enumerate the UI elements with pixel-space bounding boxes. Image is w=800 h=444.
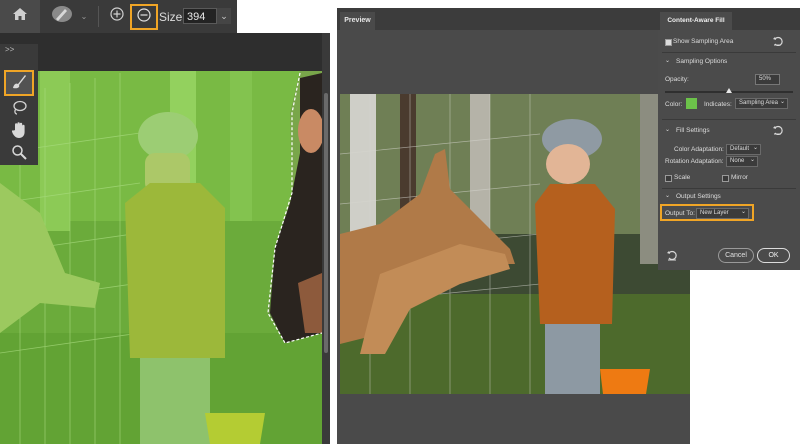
reset-icon[interactable]: [772, 125, 783, 137]
indicates-label: Indicates:: [704, 101, 732, 108]
mirror-checkbox[interactable]: [722, 175, 729, 182]
tab-content-aware-fill[interactable]: Content-Aware Fill: [660, 12, 732, 30]
zoom-icon: [11, 144, 27, 165]
divider: [98, 6, 99, 27]
show-sampling-area-checkbox[interactable]: [665, 39, 672, 46]
cancel-button[interactable]: Cancel: [718, 248, 754, 263]
fill-settings-header: Fill Settings: [676, 127, 710, 134]
output-to-value: New Layer: [700, 210, 729, 216]
lasso-tool[interactable]: [5, 98, 33, 122]
add-to-sampling-button[interactable]: [107, 6, 127, 27]
zoom-tool[interactable]: [5, 142, 33, 166]
reset-all-icon[interactable]: [666, 250, 678, 263]
content-aware-fill-panel: Content-Aware Fill Show Sampling Area ⌄ …: [658, 8, 800, 270]
color-adaptation-dropdown[interactable]: Default ⌄: [726, 144, 761, 155]
rotation-adaptation-dropdown[interactable]: None ⌄: [726, 156, 758, 167]
sampling-brush-tool[interactable]: [4, 70, 34, 96]
chevron-down-icon[interactable]: ⌄: [665, 192, 670, 199]
chevron-down-icon: ⌄: [779, 99, 785, 105]
chevron-down-icon[interactable]: ⌄: [665, 126, 670, 133]
chevron-down-icon: ⌄: [80, 11, 88, 21]
hand-tool[interactable]: [5, 120, 33, 144]
opacity-slider-track[interactable]: [665, 88, 793, 93]
canvas-image: [0, 33, 330, 444]
home-button[interactable]: [0, 0, 40, 33]
tools-panel: >>: [0, 44, 38, 165]
options-bar: ⌄ Size: 394 ⌄: [0, 0, 237, 33]
divider: [662, 119, 796, 120]
chevron-down-icon: ⌄: [740, 209, 746, 215]
rotation-adaptation-label: Rotation Adaptation:: [665, 158, 724, 165]
scale-checkbox[interactable]: [665, 175, 672, 182]
indicates-value: Sampling Area: [739, 100, 779, 106]
sampling-color-swatch[interactable]: [686, 98, 697, 109]
size-label: Size:: [159, 10, 186, 24]
opacity-label: Opacity:: [665, 76, 689, 83]
subtract-sampling-icon: [137, 7, 151, 27]
brush-preset-button[interactable]: [48, 4, 76, 29]
document-canvas[interactable]: [0, 33, 330, 444]
chevron-down-icon[interactable]: ⌄: [665, 57, 670, 64]
subtract-from-sampling-button[interactable]: [130, 4, 158, 30]
output-to-highlight: Output To: New Layer ⌄: [660, 204, 754, 221]
scale-label: Scale: [674, 174, 691, 181]
mirror-label: Mirror: [731, 174, 748, 181]
reset-icon[interactable]: [772, 36, 783, 48]
divider: [662, 52, 796, 53]
indicates-dropdown[interactable]: Sampling Area ⌄: [735, 98, 788, 109]
color-label: Color:: [665, 101, 683, 108]
output-settings-header: Output Settings: [676, 193, 721, 200]
preview-panel: Preview: [337, 8, 690, 444]
output-to-label: Output To:: [665, 210, 695, 217]
caf-panel-header: Content-Aware Fill: [658, 8, 800, 30]
preview-image[interactable]: [340, 94, 690, 394]
opacity-input[interactable]: 50%: [755, 74, 780, 85]
hand-icon: [11, 121, 27, 144]
size-dropdown-button[interactable]: ⌄: [217, 8, 231, 24]
divider: [662, 188, 796, 189]
color-adaptation-value: Default: [730, 146, 750, 152]
brush-size-input[interactable]: 394: [183, 8, 217, 24]
preview-panel-header: Preview: [337, 8, 690, 30]
sampling-options-header: Sampling Options: [676, 58, 728, 65]
chevron-down-icon: ⌄: [220, 10, 228, 21]
home-icon: [12, 7, 28, 26]
brush-icon: [50, 4, 74, 29]
sampling-brush-icon: [10, 72, 28, 95]
tab-preview[interactable]: Preview: [340, 12, 375, 30]
lasso-icon: [10, 99, 28, 122]
panel-collapse-icon[interactable]: >>: [5, 45, 14, 54]
opacity-slider-thumb[interactable]: [726, 88, 732, 93]
color-adaptation-label: Color Adaptation:: [674, 146, 724, 153]
brush-dropdown-button[interactable]: ⌄: [78, 10, 90, 22]
chevron-down-icon: ⌄: [749, 157, 755, 163]
rotation-adaptation-value: None: [730, 158, 745, 164]
ok-button[interactable]: OK: [757, 248, 790, 263]
output-to-dropdown[interactable]: New Layer ⌄: [696, 208, 749, 219]
chevron-down-icon: ⌄: [752, 145, 758, 151]
add-sampling-icon: [110, 7, 124, 26]
show-sampling-area-label: Show Sampling Area: [673, 38, 734, 45]
